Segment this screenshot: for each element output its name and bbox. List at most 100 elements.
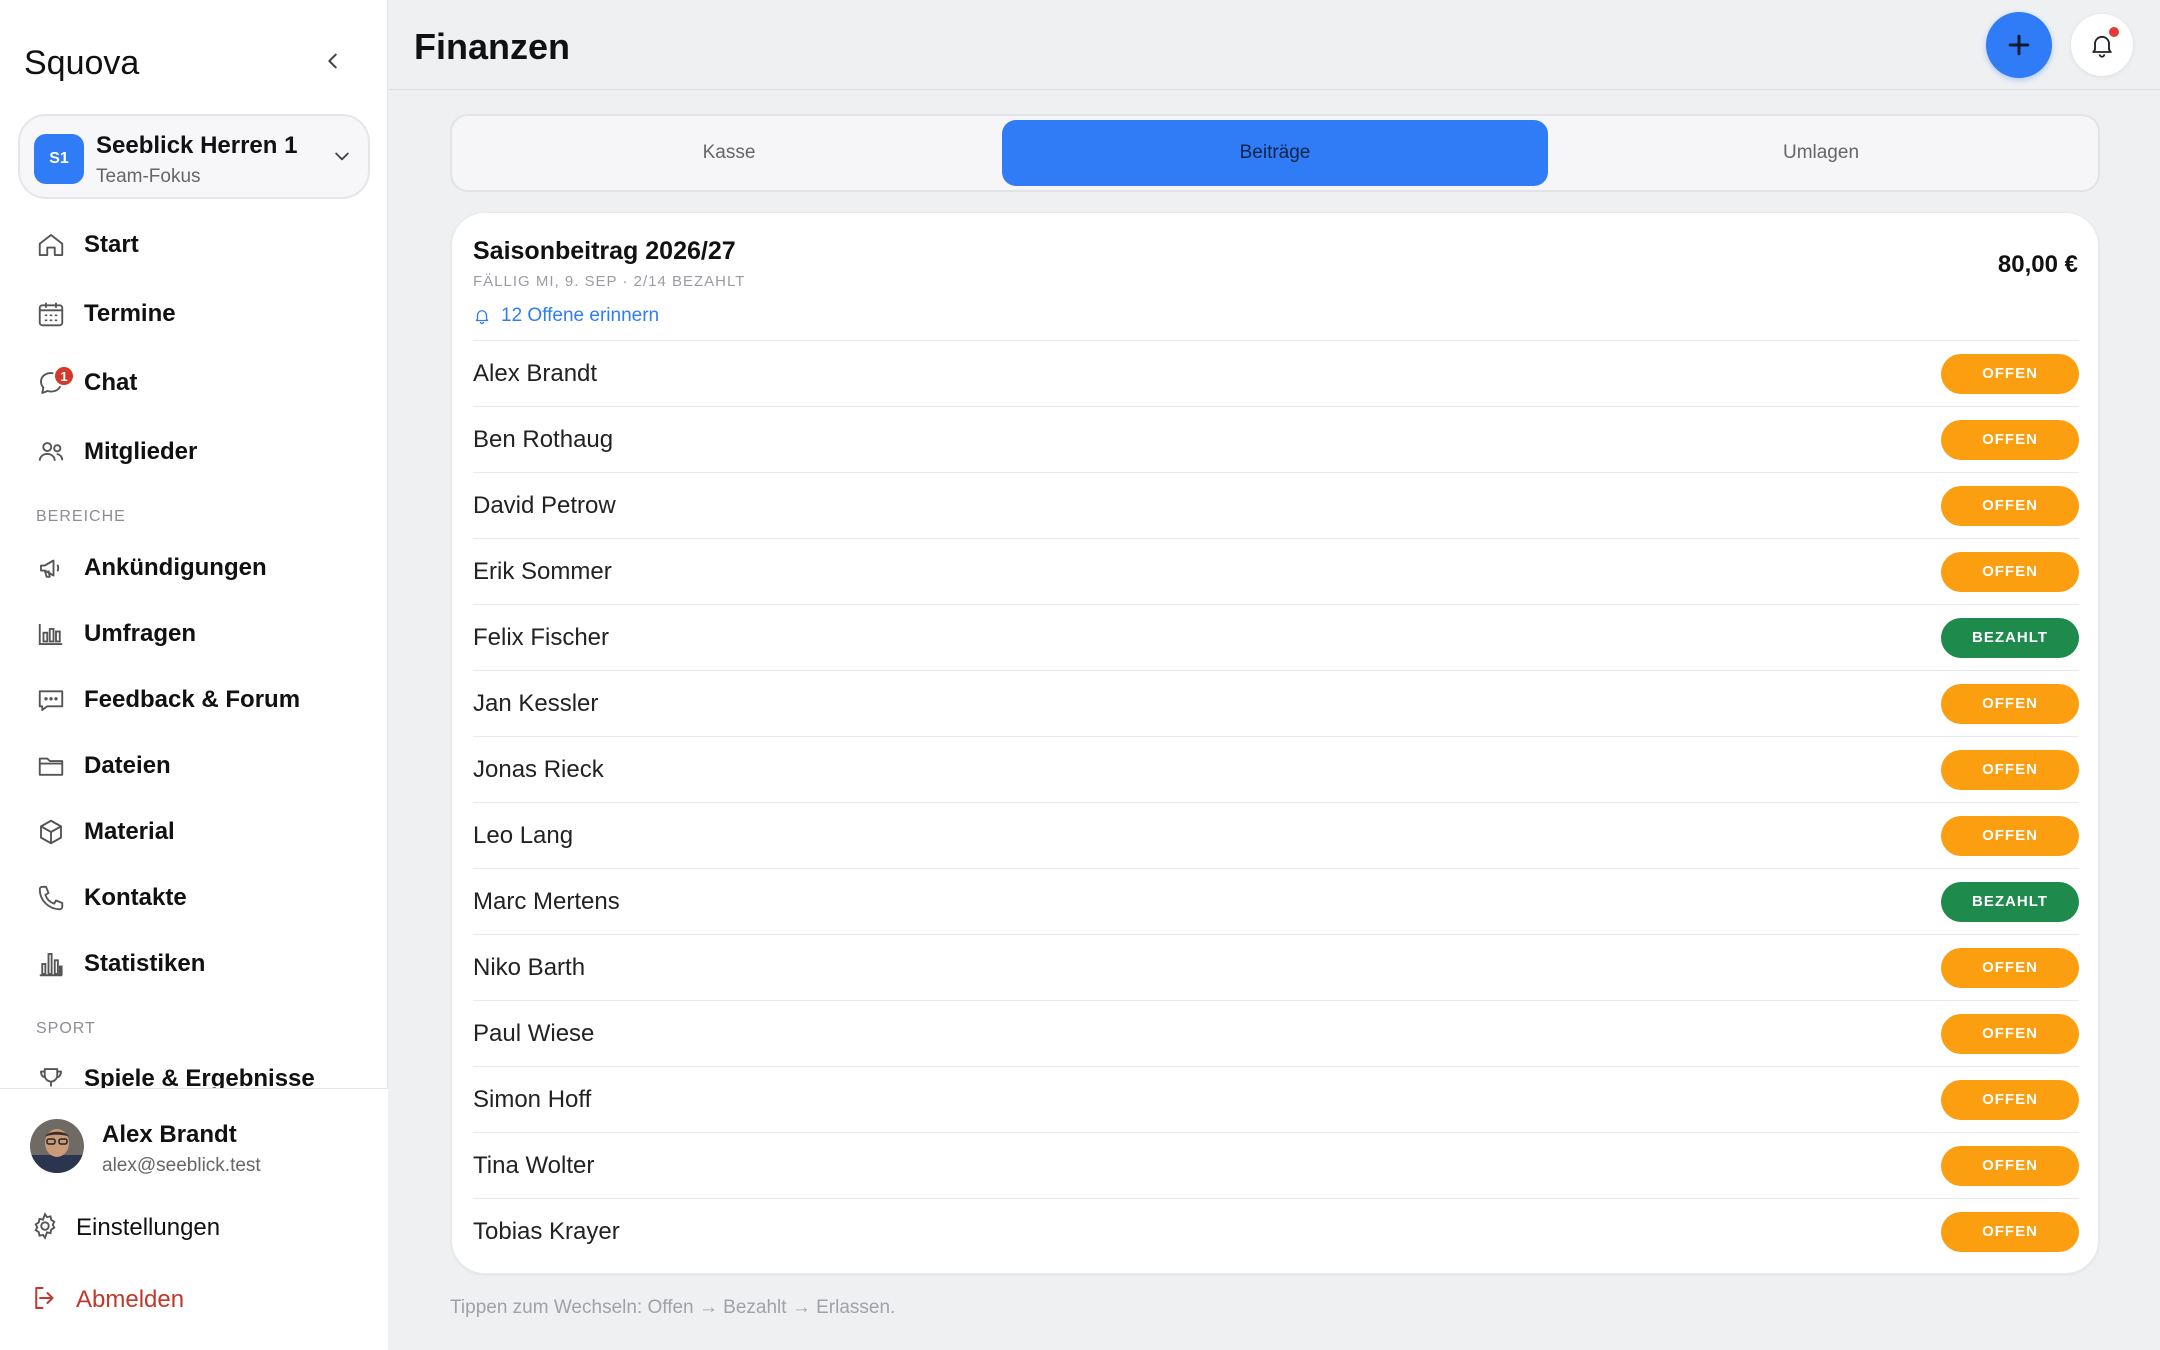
sidebar-item-spiele[interactable]: Spiele & Ergebnisse (34, 1059, 364, 1088)
sidebar-item-label: Kontakte (84, 884, 187, 911)
table-row: Tina Wolter OFFEN (473, 1132, 2079, 1198)
status-badge[interactable]: OFFEN (1941, 419, 2079, 460)
table-row: Erik Sommer OFFEN (473, 538, 2079, 604)
status-badge[interactable]: BEZAHLT (1941, 881, 2079, 922)
tab-beitraege[interactable]: Beiträge (1002, 120, 1548, 186)
member-name: David Petrow (473, 491, 616, 519)
sidebar-footer: Alex Brandt alex@seeblick.test Einstellu… (0, 1088, 388, 1350)
remind-open-button[interactable]: 12 Offene erinnern (473, 305, 659, 327)
table-row: Simon Hoff OFFEN (473, 1066, 2079, 1132)
team-badge: S1 (34, 134, 84, 184)
folder-icon (34, 749, 68, 783)
sidebar-item-ankuendigungen[interactable]: Ankündigungen (34, 548, 364, 588)
sidebar-nav: Squova S1 Seeblick Herren 1 Team-Fokus S… (0, 0, 388, 1088)
sidebar-item-label: Statistiken (84, 950, 206, 977)
table-row: Tobias Krayer OFFEN (473, 1198, 2079, 1264)
table-row: Jan Kessler OFFEN (473, 670, 2079, 736)
logout-button[interactable]: Abmelden (30, 1280, 184, 1320)
sidebar-item-label: Ankündigungen (84, 554, 267, 581)
page-title: Finanzen (414, 26, 571, 67)
bell-icon (475, 310, 489, 325)
settings-link[interactable]: Einstellungen (30, 1208, 220, 1248)
collapse-sidebar-button[interactable] (318, 46, 348, 76)
fee-meta: FÄLLIG MI, 9. SEP · 2/14 BEZAHLT (473, 273, 746, 290)
table-row: Paul Wiese OFFEN (473, 1000, 2079, 1066)
section-label-sport: SPORT (36, 1020, 96, 1037)
box-icon (34, 815, 68, 849)
fee-amount: 80,00 € (1997, 251, 2078, 278)
sidebar-item-label: Material (84, 818, 175, 845)
chevron-down-icon (328, 142, 356, 170)
status-badge[interactable]: OFFEN (1941, 1079, 2079, 1120)
sidebar-item-kontakte[interactable]: Kontakte (34, 878, 364, 918)
member-name: Niko Barth (473, 953, 586, 981)
table-row: Jonas Rieck OFFEN (473, 736, 2079, 802)
table-row: David Petrow OFFEN (473, 472, 2079, 538)
bar-chart-icon (34, 617, 68, 651)
team-subtitle: Team-Fokus (96, 166, 201, 187)
table-row: Leo Lang OFFEN (473, 802, 2079, 868)
sidebar-item-feedback[interactable]: Feedback & Forum (34, 680, 364, 720)
status-badge[interactable]: OFFEN (1941, 1013, 2079, 1054)
status-badge[interactable]: OFFEN (1941, 683, 2079, 724)
notifications-button[interactable] (2071, 14, 2133, 76)
notification-dot (2109, 27, 2119, 37)
member-name: Jan Kessler (473, 689, 599, 717)
table-row: Niko Barth OFFEN (473, 934, 2079, 1000)
status-badge[interactable]: OFFEN (1941, 815, 2079, 856)
sidebar-item-dateien[interactable]: Dateien (34, 746, 364, 786)
status-badge[interactable]: OFFEN (1941, 353, 2079, 394)
table-row: Ben Rothaug OFFEN (473, 406, 2079, 472)
megaphone-icon (34, 551, 68, 585)
message-square-icon (34, 683, 68, 717)
member-name: Tobias Krayer (473, 1217, 620, 1245)
member-name: Alex Brandt (473, 359, 598, 387)
users-icon (34, 435, 68, 469)
sidebar-item-statistiken[interactable]: Statistiken (34, 944, 364, 984)
sidebar: Squova S1 Seeblick Herren 1 Team-Fokus S… (0, 0, 388, 1350)
member-name: Leo Lang (473, 821, 574, 849)
member-name: Jonas Rieck (473, 755, 604, 783)
chat-unread-badge: 1 (53, 365, 75, 387)
sidebar-item-chat[interactable]: 1 Chat (34, 363, 364, 403)
user-email: alex@seeblick.test (102, 1155, 261, 1176)
tab-kasse[interactable]: Kasse (456, 120, 1002, 186)
member-name: Simon Hoff (473, 1085, 592, 1113)
sidebar-item-mitglieder[interactable]: Mitglieder (34, 432, 364, 472)
settings-label: Einstellungen (76, 1214, 221, 1241)
tab-umlagen[interactable]: Umlagen (1548, 120, 2094, 186)
avatar[interactable] (30, 1119, 84, 1173)
sidebar-item-label: Termine (84, 300, 176, 327)
status-badge[interactable]: BEZAHLT (1941, 617, 2079, 658)
sidebar-item-label: Chat (84, 369, 138, 396)
status-badge[interactable]: OFFEN (1941, 1211, 2079, 1252)
status-badge[interactable]: OFFEN (1941, 947, 2079, 988)
member-name: Ben Rothaug (473, 425, 614, 453)
calendar-icon (34, 297, 68, 331)
status-badge[interactable]: OFFEN (1941, 749, 2079, 790)
hint-text: Tippen zum Wechseln: Offen → Bezahlt → E… (450, 1297, 896, 1318)
team-switcher[interactable]: S1 Seeblick Herren 1 Team-Fokus (18, 114, 370, 199)
sidebar-item-label: Start (84, 231, 139, 258)
sidebar-item-umfragen[interactable]: Umfragen (34, 614, 364, 654)
section-label-bereiche: BEREICHE (36, 508, 126, 525)
logout-icon (30, 1283, 60, 1318)
status-badge[interactable]: OFFEN (1941, 1145, 2079, 1186)
member-list: Alex Brandt OFFEN Ben Rothaug OFFEN David … (473, 340, 2079, 1264)
gear-icon (30, 1211, 60, 1246)
remind-label: 12 Offene erinnern (501, 305, 660, 326)
chevron-left-icon (328, 53, 337, 69)
sidebar-item-label: Feedback & Forum (84, 686, 301, 713)
plus-icon (2008, 34, 2030, 56)
member-name: Paul Wiese (473, 1019, 595, 1047)
app-logo: Squova (24, 44, 140, 82)
sidebar-item-termine[interactable]: Termine (34, 294, 364, 334)
sidebar-item-start[interactable]: Start (34, 225, 364, 265)
top-bar: Finanzen (389, 0, 2160, 90)
add-button[interactable] (1986, 12, 2052, 78)
home-icon (34, 228, 68, 262)
sidebar-item-material[interactable]: Material (34, 812, 364, 852)
member-name: Felix Fischer (473, 623, 610, 651)
status-badge[interactable]: OFFEN (1941, 551, 2079, 592)
status-badge[interactable]: OFFEN (1941, 485, 2079, 526)
